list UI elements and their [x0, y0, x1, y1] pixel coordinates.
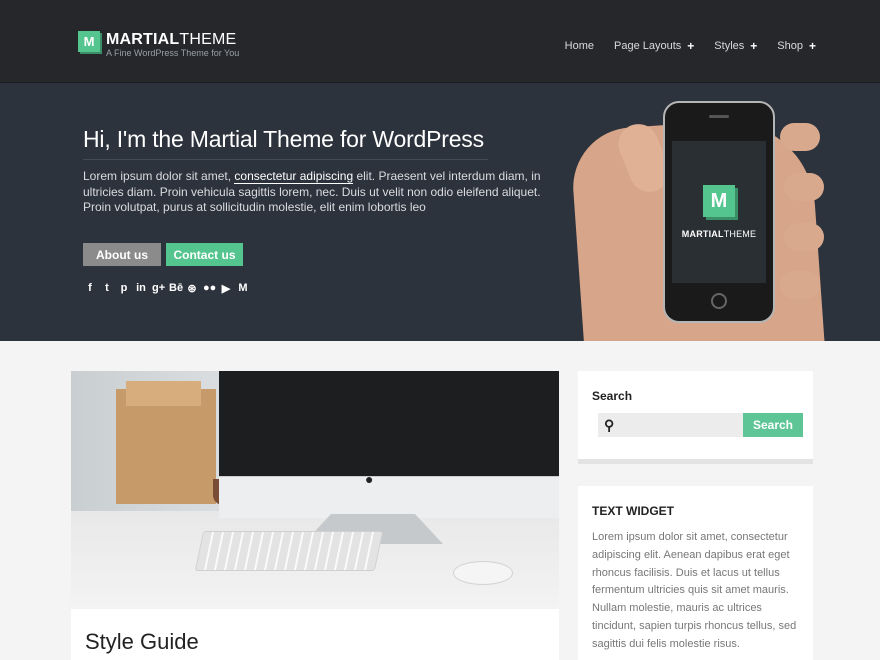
post-featured-image[interactable]: ● [71, 371, 559, 609]
image-monitor-chin [219, 476, 559, 518]
logo-text: MARTIALTHEME A Fine WordPress Theme for … [106, 31, 239, 59]
finger-shape [784, 173, 824, 201]
linkedin-icon[interactable]: in [135, 282, 147, 295]
phone-home-button [711, 293, 727, 309]
phone-logo-light: THEME [723, 229, 757, 239]
twitter-icon[interactable]: t [101, 282, 113, 295]
search-input[interactable] [620, 419, 731, 431]
plus-icon: + [687, 39, 695, 53]
hero-phone-image: M MARTIALTHEME [569, 83, 827, 341]
site-name-bold: MARTIAL [106, 31, 180, 48]
hero-divider [83, 159, 488, 160]
nav-label: Home [564, 40, 594, 52]
search-icon: ⚲ [604, 416, 615, 433]
plus-icon: + [750, 39, 758, 53]
image-monitor [219, 371, 559, 489]
nav-item-shop[interactable]: Shop + [777, 39, 816, 53]
phone-device: M MARTIALTHEME [663, 101, 775, 323]
hero-section: Hi, I'm the Martial Theme for WordPress … [0, 83, 880, 341]
finger-shape [780, 271, 820, 299]
search-widget: Search ⚲ Search [578, 371, 813, 464]
site-logo[interactable]: M MARTIALTHEME A Fine WordPress Theme fo… [78, 31, 239, 59]
nav-item-page-layouts[interactable]: Page Layouts + [614, 39, 694, 53]
phone-screen: M MARTIALTHEME [672, 141, 766, 283]
hero-inline-link[interactable]: consectetur adipiscing [234, 169, 354, 184]
nav-label: Shop [777, 40, 803, 52]
plus-icon: + [808, 39, 816, 53]
phone-speaker [709, 115, 729, 118]
image-keyboard [194, 531, 384, 571]
text-widget-title: TEXT WIDGET [592, 504, 674, 518]
site-header: M MARTIALTHEME A Fine WordPress Theme fo… [0, 0, 880, 83]
image-mouse [453, 561, 513, 585]
medium-icon[interactable]: M [237, 282, 249, 295]
youtube-icon[interactable]: ▶ [220, 282, 232, 295]
flickr-icon[interactable]: ●● [203, 282, 216, 295]
phone-logo-text: MARTIALTHEME [682, 229, 756, 239]
text-widget-body: Lorem ipsum dolor sit amet, consectetur … [592, 531, 797, 650]
logo-mark: M [78, 31, 100, 52]
facebook-icon[interactable]: f [84, 282, 96, 295]
finger-shape [780, 123, 820, 151]
site-tagline: A Fine WordPress Theme for You [106, 48, 240, 58]
post-card: ● Style Guide [71, 371, 559, 660]
apple-logo-icon: ● [365, 471, 374, 487]
search-button[interactable]: Search [743, 413, 803, 437]
hero-text-start: Lorem ipsum dolor sit amet, [83, 169, 235, 183]
finger-shape [784, 223, 824, 251]
search-widget-title: Search [592, 389, 633, 403]
nav-item-home[interactable]: Home [565, 39, 594, 53]
nav-label: Styles [714, 40, 745, 52]
googleplus-icon[interactable]: g+ [152, 282, 165, 295]
search-field[interactable]: ⚲ [598, 413, 743, 437]
contact-us-button[interactable]: Contact us [166, 243, 243, 266]
pinterest-icon[interactable]: p [118, 282, 130, 295]
phone-logo-mark: M [703, 185, 735, 217]
site-name: MARTIALTHEME [106, 31, 239, 48]
about-us-button[interactable]: About us [83, 243, 161, 266]
nav-item-styles[interactable]: Styles + [714, 39, 757, 53]
dribbble-icon[interactable]: ⊛ [186, 282, 198, 295]
image-wooden-organizer [116, 381, 216, 504]
behance-icon[interactable]: Bē [169, 282, 183, 295]
hero-description: Lorem ipsum dolor sit amet, consectetur … [83, 169, 565, 216]
phone-logo-bold: MARTIAL [681, 229, 724, 239]
post-title[interactable]: Style Guide [85, 629, 199, 655]
social-links: f t p in g+ Bē ⊛ ●● ▶ M [84, 282, 249, 295]
site-name-light: THEME [179, 31, 237, 48]
nav-label: Page Layouts [614, 40, 682, 52]
hero-title: Hi, I'm the Martial Theme for WordPress [83, 126, 484, 152]
main-nav: Home Page Layouts + Styles + Shop + [545, 39, 816, 53]
text-widget: TEXT WIDGET Lorem ipsum dolor sit amet, … [578, 486, 813, 660]
